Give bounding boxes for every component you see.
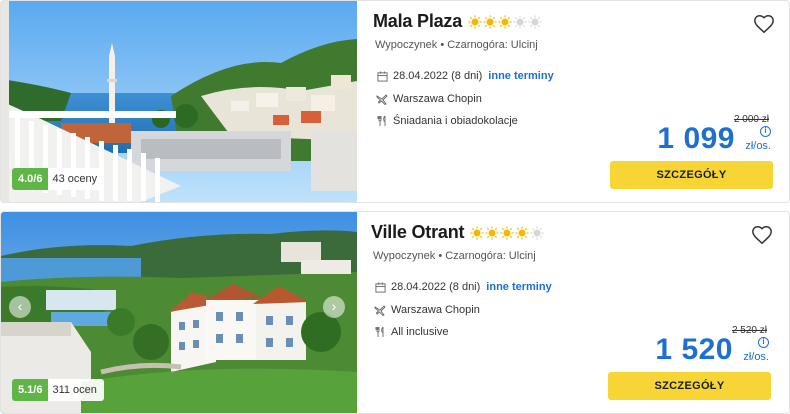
sun-star-icon <box>470 225 484 240</box>
board-type: All inclusive <box>391 326 449 338</box>
price: 1 099 <box>657 122 735 155</box>
price-unit: zł/os. <box>745 140 771 152</box>
old-price: 2 520 zł <box>731 325 767 336</box>
price: 1 520 <box>655 333 733 366</box>
sun-star-icon <box>498 14 512 29</box>
title-row: Ville Otrant <box>371 222 544 243</box>
departure-airport: Warszawa Chopin <box>391 304 480 316</box>
sun-star-icon <box>500 225 514 240</box>
details-button[interactable]: SZCZEGÓŁY <box>608 372 771 400</box>
hotel-photo[interactable]: ‹ › 5.1/6 311 ocen <box>1 212 357 413</box>
category-stars <box>470 225 544 240</box>
hotel-location: Wypoczynek • Czarnogóra: Ulcinj <box>373 250 536 262</box>
price-unit: zł/os. <box>743 351 769 363</box>
plane-icon <box>373 303 387 317</box>
rating-count: 311 ocen <box>52 384 97 396</box>
title-row: Mala Plaza <box>373 11 542 32</box>
sun-star-empty-icon <box>530 225 544 240</box>
calendar-icon <box>373 280 387 294</box>
sun-star-icon <box>485 225 499 240</box>
heart-icon[interactable] <box>753 13 775 35</box>
board-row: All inclusive <box>373 325 448 339</box>
rating-badge: 4.0/6 43 oceny <box>12 168 105 190</box>
details-button[interactable]: SZCZEGÓŁY <box>610 161 773 189</box>
board-type: Śniadania i obiadokolacje <box>393 115 518 127</box>
hotel-location: Wypoczynek • Czarnogóra: Ulcinj <box>375 39 538 51</box>
departure-airport: Warszawa Chopin <box>393 93 482 105</box>
date-row: 28.04.2022 (8 dni) inne terminy <box>375 69 554 83</box>
rating-score: 4.0/6 <box>12 168 49 190</box>
cutlery-icon <box>373 325 387 339</box>
offer-card[interactable]: ‹ › 5.1/6 311 ocen Ville Otrant Wypoczyn… <box>0 211 790 414</box>
sun-star-empty-icon <box>528 14 542 29</box>
sun-star-icon <box>468 14 482 29</box>
next-photo-icon[interactable]: › <box>323 296 345 318</box>
hotel-name[interactable]: Ville Otrant <box>371 222 464 243</box>
trip-date: 28.04.2022 (8 dni) <box>393 70 483 82</box>
offer-card[interactable]: 4.0/6 43 oceny Mala Plaza Wypoczynek • C… <box>0 0 790 203</box>
category-stars <box>468 14 542 29</box>
sun-star-empty-icon <box>513 14 527 29</box>
cutlery-icon <box>375 114 389 128</box>
other-dates-link[interactable]: inne terminy <box>488 70 553 82</box>
departure-row: Warszawa Chopin <box>373 303 480 317</box>
trip-date: 28.04.2022 (8 dni) <box>391 281 481 293</box>
sun-star-icon <box>483 14 497 29</box>
heart-icon[interactable] <box>751 224 773 246</box>
rating-badge: 5.1/6 311 ocen <box>12 379 104 401</box>
info-icon[interactable]: i <box>758 337 769 348</box>
departure-row: Warszawa Chopin <box>375 92 482 106</box>
date-row: 28.04.2022 (8 dni) inne terminy <box>373 280 552 294</box>
offer-details: Mala Plaza Wypoczynek • Czarnogóra: Ulci… <box>373 1 783 202</box>
plane-icon <box>375 92 389 106</box>
other-dates-link[interactable]: inne terminy <box>486 281 551 293</box>
sun-star-icon <box>515 225 529 240</box>
info-icon[interactable]: i <box>760 126 771 137</box>
hotel-name[interactable]: Mala Plaza <box>373 11 462 32</box>
offer-details: Ville Otrant Wypoczynek • Czarnogóra: Ul… <box>371 212 781 413</box>
prev-photo-icon[interactable]: ‹ <box>9 296 31 318</box>
rating-count: 43 oceny <box>52 173 98 185</box>
old-price: 2 000 zł <box>733 114 769 125</box>
calendar-icon <box>375 69 389 83</box>
hotel-photo[interactable]: 4.0/6 43 oceny <box>1 1 357 202</box>
board-row: Śniadania i obiadokolacje <box>375 114 518 128</box>
rating-score: 5.1/6 <box>12 379 49 401</box>
